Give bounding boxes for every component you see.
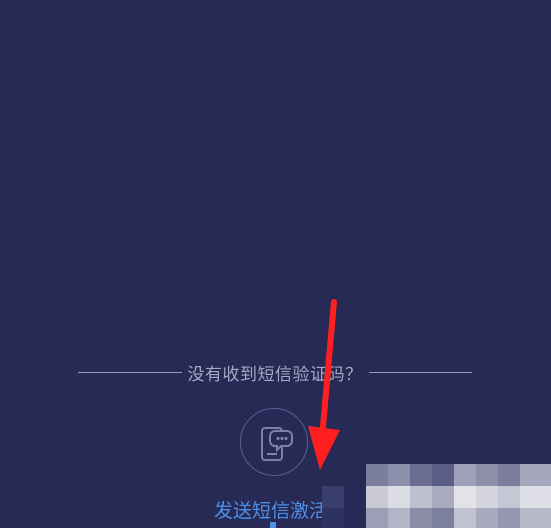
redaction-cell xyxy=(454,486,476,508)
redaction-cell xyxy=(498,508,520,528)
redaction-cell xyxy=(322,486,344,508)
redaction-cell xyxy=(520,486,551,508)
no-code-prompt: 没有收到短信验证码？ xyxy=(187,364,363,385)
redaction-cell xyxy=(366,486,388,508)
redaction-cell xyxy=(476,464,498,486)
send-sms-button[interactable] xyxy=(240,408,308,476)
divider-line-left xyxy=(78,371,182,373)
redaction-cell xyxy=(322,508,344,528)
redaction-cell xyxy=(498,464,520,486)
redaction-cell xyxy=(410,508,432,528)
focus-indicator xyxy=(270,522,276,528)
redaction-cell xyxy=(366,508,388,528)
pixelated-redaction xyxy=(322,458,551,528)
no-code-divider: 没有收到短信验证码？ xyxy=(78,360,472,385)
redaction-cell xyxy=(388,508,410,528)
redaction-cell xyxy=(388,486,410,508)
screen: 没有收到短信验证码？ 发送短信激活 xyxy=(0,0,551,528)
redaction-cell xyxy=(454,508,476,528)
redaction-cell xyxy=(476,508,498,528)
phone-message-icon xyxy=(261,427,293,461)
redaction-cell xyxy=(410,486,432,508)
redaction-cell xyxy=(366,464,388,486)
redaction-cell xyxy=(476,486,498,508)
redaction-cell xyxy=(410,464,432,486)
redaction-cell xyxy=(388,464,410,486)
redaction-cell xyxy=(432,464,454,486)
redaction-cell xyxy=(432,508,454,528)
redaction-cell xyxy=(432,486,454,508)
redaction-cell xyxy=(520,508,551,528)
redaction-cell xyxy=(498,486,520,508)
redaction-cell xyxy=(520,464,551,486)
divider-line-right xyxy=(368,371,472,373)
redaction-cell xyxy=(454,464,476,486)
